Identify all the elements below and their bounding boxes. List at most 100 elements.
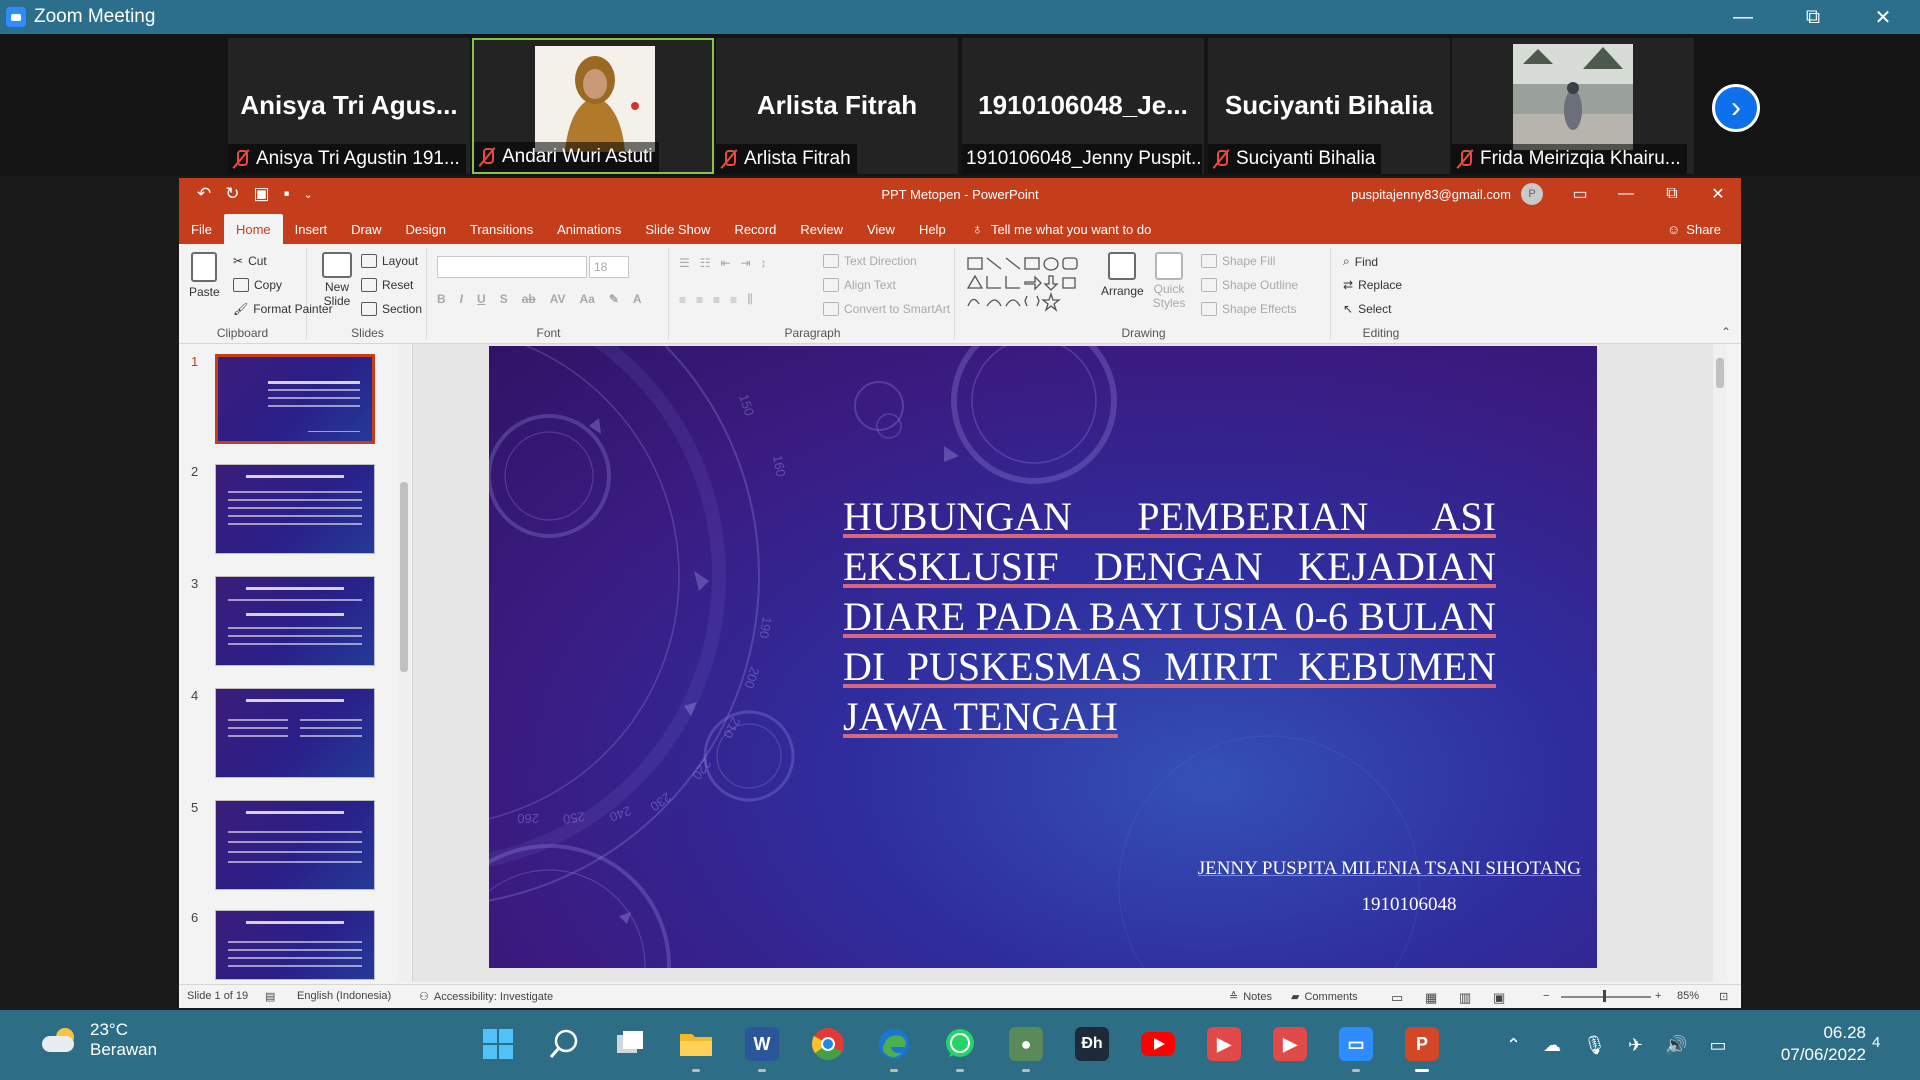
avatar[interactable]: P (1521, 183, 1543, 205)
strikethrough-icon[interactable]: ab (522, 292, 536, 306)
chrome-button[interactable] (806, 1022, 850, 1066)
quick-styles-button[interactable]: Quick Styles (1149, 252, 1189, 310)
slide-scrollbar[interactable] (1713, 344, 1727, 982)
line-spacing-icon[interactable]: ↕ (761, 256, 767, 270)
zoom-slider-handle[interactable] (1603, 990, 1606, 1002)
font-color-icon[interactable]: A (633, 292, 642, 306)
weather-widget[interactable]: 23°C Berawan (42, 1020, 157, 1060)
red-app-1-button[interactable]: ▶ (1202, 1022, 1246, 1066)
underline-icon[interactable]: U (477, 292, 486, 306)
whatsapp-button[interactable] (938, 1022, 982, 1072)
tab-draw[interactable]: Draw (339, 214, 393, 244)
zoom-out-icon[interactable]: − (1543, 990, 1549, 1002)
next-page-button[interactable]: › (1712, 84, 1760, 132)
share-button[interactable]: ☺ Share (1667, 214, 1721, 244)
participant-tile[interactable]: Suciyanti Bihalia Suciyanti Bihalia (1208, 38, 1450, 174)
slide-student-id[interactable]: 1910106048 (1289, 894, 1529, 916)
zoom-app-button[interactable]: ▭ (1334, 1022, 1378, 1072)
tab-view[interactable]: View (855, 214, 907, 244)
columns-icon[interactable]: ⫼ (747, 292, 753, 307)
chevron-up-icon[interactable]: ⌃ (1506, 1035, 1521, 1056)
slide-thumbnail-2[interactable] (215, 464, 375, 554)
present-icon[interactable]: ▣ (254, 184, 270, 204)
align-right-icon[interactable]: ≡ (713, 293, 720, 307)
align-center-icon[interactable]: ≡ (696, 293, 703, 307)
tab-review[interactable]: Review (788, 214, 855, 244)
zoom-in-icon[interactable]: + (1655, 990, 1661, 1002)
text-direction-button[interactable]: Text Direction (823, 254, 917, 268)
start-button[interactable] (476, 1022, 520, 1066)
paste-button[interactable]: Paste (189, 252, 220, 299)
tab-file[interactable]: File (179, 214, 224, 244)
justify-icon[interactable]: ≡ (730, 293, 737, 307)
notes-button[interactable]: ≙ Notes (1229, 990, 1272, 1004)
shape-fill-button[interactable]: Shape Fill (1201, 254, 1275, 268)
dh-app-button[interactable]: Đh (1070, 1022, 1114, 1066)
slide-thumbnail-5[interactable] (215, 800, 375, 890)
minimize-button[interactable]: — (1708, 0, 1778, 34)
onedrive-cloud-icon[interactable]: ☁ (1543, 1035, 1561, 1056)
slide-title[interactable]: HUBUNGAN PEMBERIAN ASI EKSKLUSIF DENGAN … (843, 492, 1496, 742)
italic-icon[interactable]: I (460, 292, 463, 306)
slideshow-view-icon[interactable]: ▣ (1493, 990, 1505, 1006)
alignment-buttons[interactable]: ≡ ≡ ≡ ≡ ⫼ (679, 292, 753, 307)
shapes-gallery[interactable] (965, 254, 1095, 316)
comments-button[interactable]: ▰ Comments (1291, 990, 1358, 1004)
notification-count[interactable]: 4 (1872, 1034, 1880, 1051)
search-button[interactable] (542, 1022, 586, 1066)
tab-record[interactable]: Record (722, 214, 788, 244)
cut-button[interactable]: ✂ Cut (233, 254, 267, 268)
shadow-icon[interactable]: S (500, 292, 508, 306)
slide-thumbnail-1[interactable] (215, 354, 375, 444)
participant-tile[interactable]: Anisya Tri Agus... Anisya Tri Agustin 19… (228, 38, 470, 174)
thumbnails-scrollbar[interactable] (397, 344, 411, 982)
font-name-box[interactable] (437, 256, 587, 278)
convert-smartart-button[interactable]: Convert to SmartArt (823, 302, 950, 316)
battery-icon[interactable]: ▭ (1709, 1035, 1726, 1056)
microphone-icon[interactable]: 🎙 (1583, 1035, 1606, 1056)
slide-sorter-icon[interactable]: ▦ (1425, 990, 1437, 1006)
highlight-icon[interactable]: ✎ (609, 292, 619, 306)
current-slide[interactable]: 150 160 190 200 210 220 230 240 250 260 … (489, 346, 1597, 968)
case-icon[interactable]: Aa (580, 292, 595, 306)
green-app-button[interactable]: ● (1004, 1022, 1048, 1072)
collapse-ribbon-icon[interactable]: ⌃ (1721, 325, 1731, 339)
list-buttons[interactable]: ☰ ☷ ⇤ ⇥ ↕ (679, 256, 767, 270)
slide-thumbnail-3[interactable] (215, 576, 375, 666)
accessibility-status[interactable]: ⚇ Accessibility: Investigate (419, 990, 553, 1004)
shape-effects-button[interactable]: Shape Effects (1201, 302, 1297, 316)
copy-button[interactable]: Copy (233, 278, 282, 292)
tab-slide-show[interactable]: Slide Show (633, 214, 722, 244)
fit-slide-icon[interactable]: ⊡ (1719, 990, 1728, 1003)
ppt-close-button[interactable]: ✕ (1695, 178, 1741, 210)
reset-button[interactable]: Reset (361, 278, 413, 292)
indent-increase-icon[interactable]: ⇥ (741, 256, 751, 270)
zoom-level[interactable]: 85% (1677, 990, 1699, 1002)
undo-icon[interactable]: ↶ (197, 184, 211, 204)
close-button[interactable]: ✕ (1848, 0, 1918, 34)
spellcheck-icon[interactable]: ▤ (265, 990, 275, 1003)
youtube-button[interactable] (1136, 1022, 1180, 1066)
save-icon[interactable]: ▪ (284, 184, 290, 204)
account-email[interactable]: puspitajenny83@gmail.com (1351, 187, 1511, 202)
language-status[interactable]: English (Indonesia) (297, 990, 391, 1002)
section-button[interactable]: Section (361, 302, 422, 316)
slide-thumbnail-4[interactable] (215, 688, 375, 778)
tab-insert[interactable]: Insert (283, 214, 340, 244)
replace-button[interactable]: ⇄ Replace (1343, 278, 1402, 292)
participant-tile[interactable]: Frida Meirizqia Khairu... (1452, 38, 1694, 174)
slide-author[interactable]: JENNY PUSPITA MILENIA TSANI SIHOTANG (1198, 858, 1581, 880)
spacing-icon[interactable]: AV (550, 292, 566, 306)
participant-tile[interactable]: Arlista Fitrah Arlista Fitrah (716, 38, 958, 174)
restore-button[interactable]: ⧉ (1778, 0, 1848, 34)
shape-outline-button[interactable]: Shape Outline (1201, 278, 1298, 292)
powerpoint-app-button[interactable]: P (1400, 1022, 1444, 1072)
font-format-buttons[interactable]: B I U Sab AV Aa ✎ A (437, 292, 642, 306)
bullets-icon[interactable]: ☰ (679, 256, 690, 270)
task-view-button[interactable] (608, 1022, 652, 1066)
airplane-mode-icon[interactable]: ✈ (1628, 1035, 1643, 1056)
normal-view-icon[interactable]: ▭ (1391, 990, 1403, 1006)
arrange-button[interactable]: Arrange (1101, 252, 1144, 298)
bold-icon[interactable]: B (437, 292, 446, 306)
participant-tile[interactable]: 1910106048_Je... 1910106048_Jenny Puspit… (962, 38, 1204, 174)
